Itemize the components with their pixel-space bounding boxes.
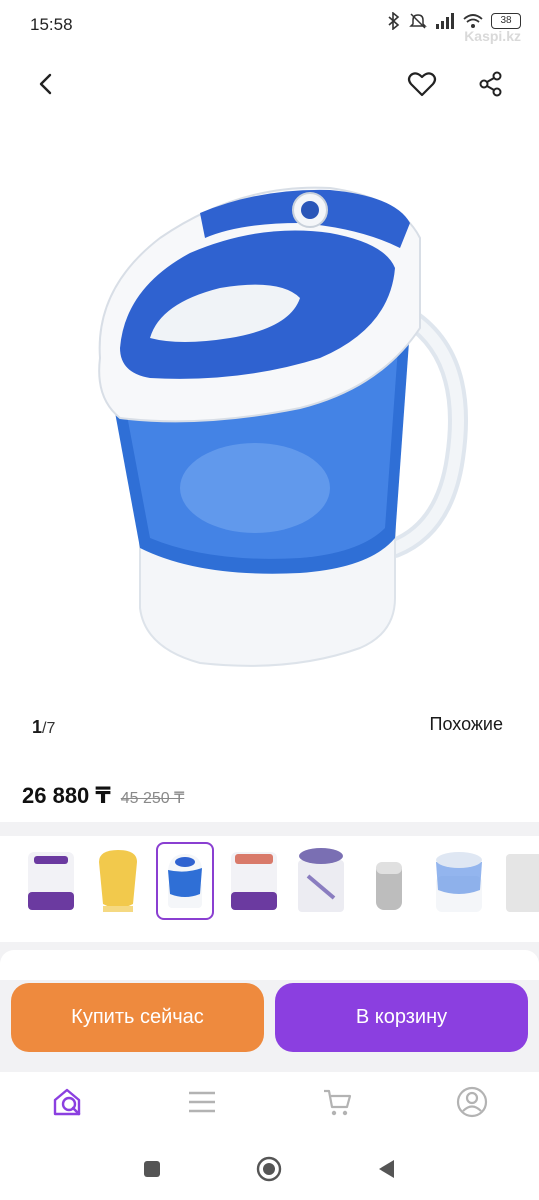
chevron-left-icon [39, 73, 52, 95]
thumbnail-image [168, 854, 202, 908]
add-to-cart-button[interactable]: В корзину [275, 983, 528, 1052]
battery-indicator: 38 [491, 13, 521, 29]
washing-machine-image [98, 186, 468, 667]
section-divider [0, 822, 539, 836]
thumbnail-6[interactable] [360, 842, 418, 920]
thumbnail-image [298, 848, 344, 912]
thumbnail-image [436, 852, 482, 912]
similar-products-link[interactable]: Похожие [430, 714, 503, 735]
bluetooth-icon [388, 12, 400, 30]
square-icon [144, 1161, 160, 1177]
thumbnail-image [376, 862, 402, 910]
share-button[interactable] [471, 64, 511, 104]
wifi-icon [463, 14, 483, 28]
thumbnail-5[interactable] [292, 842, 350, 920]
mute-icon [409, 13, 427, 29]
thumbnail-7[interactable] [428, 842, 486, 920]
tab-catalog[interactable] [184, 1084, 220, 1120]
home-button[interactable] [254, 1154, 284, 1184]
section-card [0, 950, 539, 980]
status-bar: 15:58 38 Kaspi.kz [0, 0, 539, 52]
thumbnail-image [99, 850, 137, 912]
product-image-gallery[interactable] [0, 128, 539, 698]
thumbnail-8[interactable] [500, 842, 539, 920]
thumbnail-image [231, 852, 277, 910]
image-counter-current: 1 [32, 717, 43, 737]
favorite-button[interactable] [402, 64, 442, 104]
share-icon [479, 71, 502, 97]
thumbnail-accent [28, 892, 74, 910]
thumbnail-image [28, 852, 74, 910]
thumbnail-2[interactable] [89, 842, 147, 920]
watermark: Kaspi.kz [464, 28, 521, 44]
thumbnail-image [506, 854, 539, 912]
thumbnail-1[interactable] [22, 842, 80, 920]
bottom-tab-bar [0, 1072, 539, 1132]
thumbnail-3[interactable] [156, 842, 214, 920]
buy-now-button[interactable]: Купить сейчас [11, 983, 264, 1052]
back-button[interactable] [26, 64, 66, 104]
triangle-back-icon [379, 1160, 394, 1178]
circle-icon [256, 1156, 282, 1182]
tab-profile[interactable] [454, 1084, 490, 1120]
heart-icon [407, 72, 437, 97]
signal-icon [436, 13, 454, 29]
price-row: 26 880 ₸ 45 250 ₸ [22, 783, 184, 809]
tab-cart[interactable] [319, 1084, 355, 1120]
old-price: 45 250 ₸ [120, 790, 185, 807]
tab-home[interactable] [50, 1084, 86, 1120]
top-nav [0, 60, 539, 108]
thumbnail-strip [0, 836, 539, 942]
cart-icon [324, 1089, 352, 1116]
image-counter-total: 7 [46, 720, 56, 737]
system-navigation-bar [0, 1140, 539, 1200]
home-search-icon [53, 1088, 81, 1116]
current-price: 26 880 ₸ [22, 783, 111, 808]
back-nav-button[interactable] [372, 1154, 402, 1184]
image-counter: 1/7 [32, 717, 55, 738]
profile-icon [456, 1086, 488, 1118]
recent-apps-button[interactable] [137, 1154, 167, 1184]
status-time: 15:58 [30, 15, 73, 34]
menu-icon [189, 1091, 215, 1113]
thumbnail-4[interactable] [225, 842, 283, 920]
